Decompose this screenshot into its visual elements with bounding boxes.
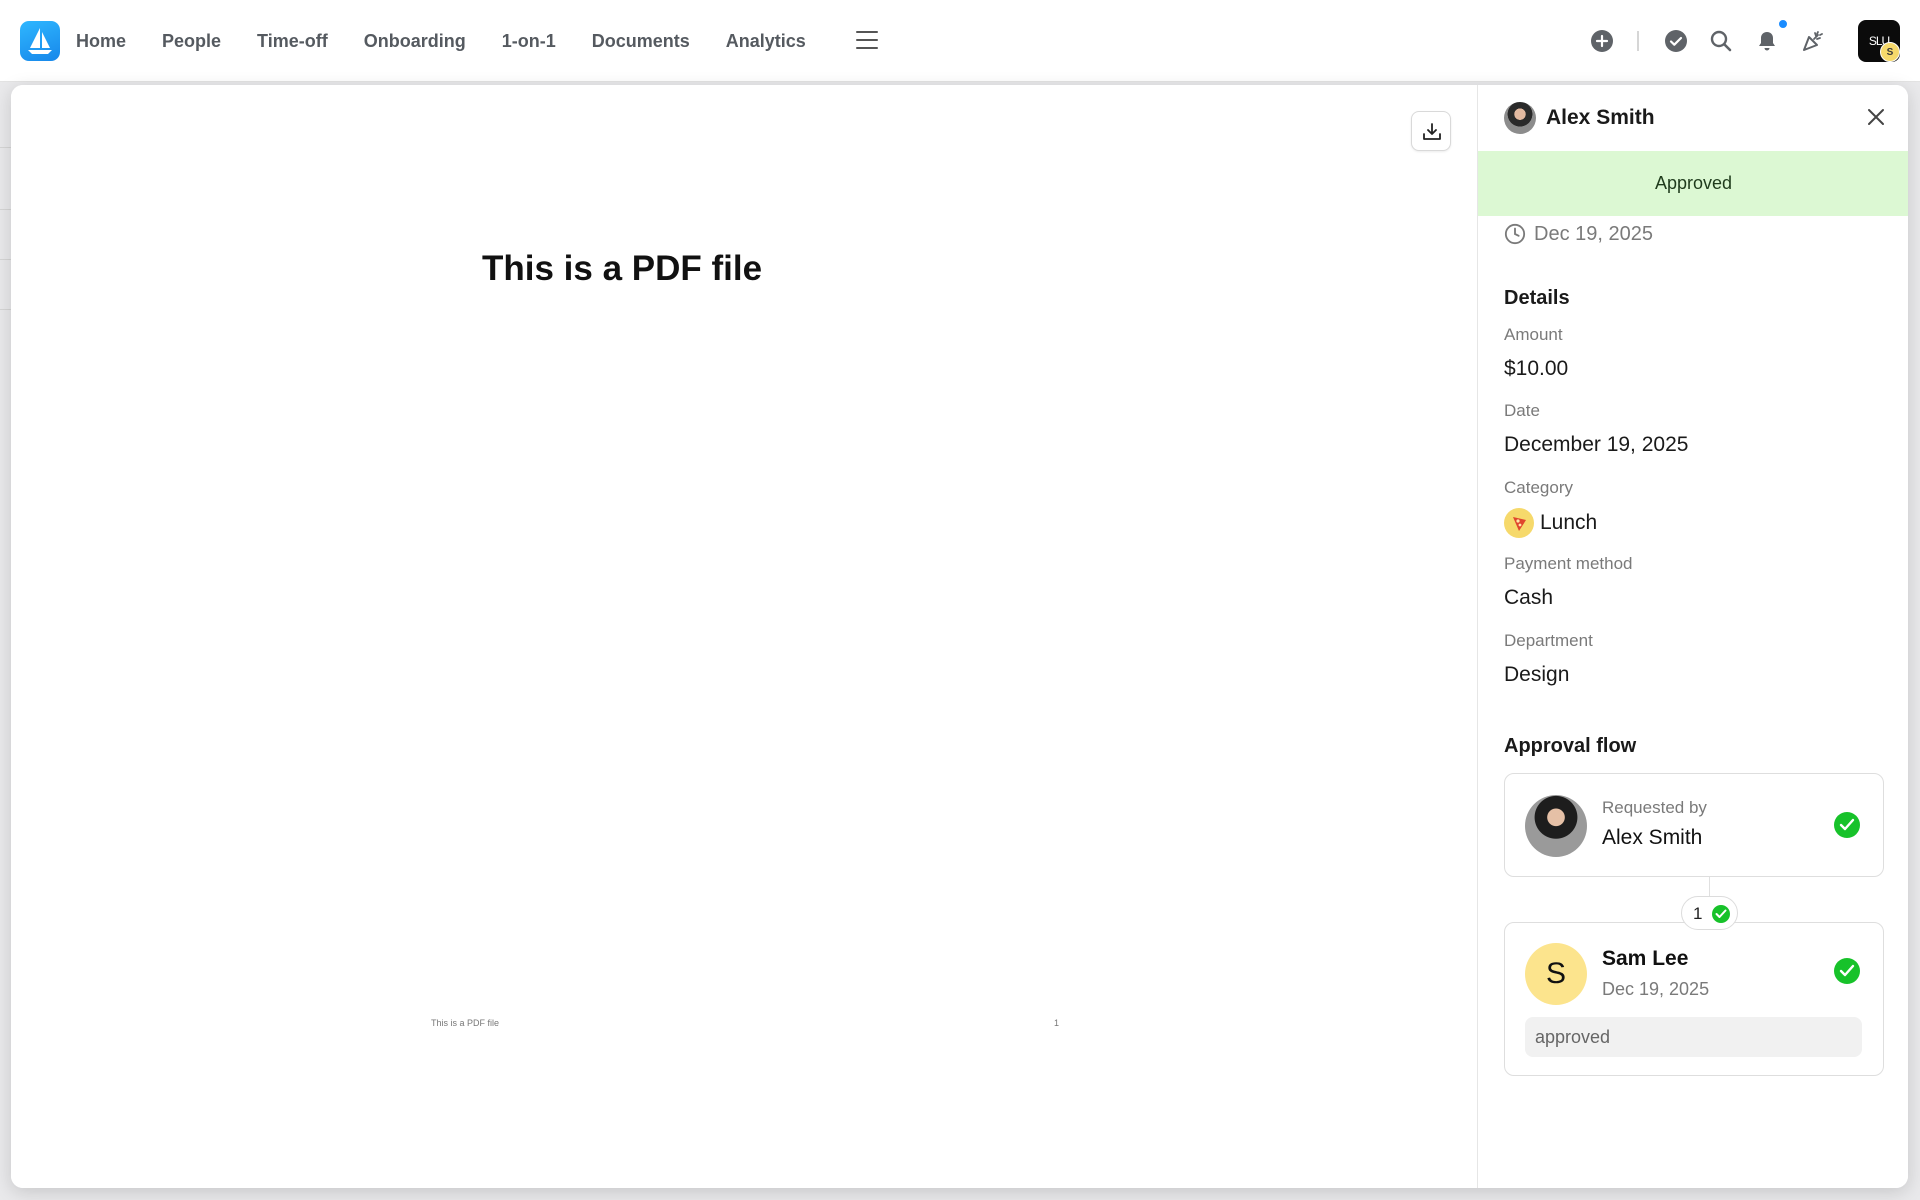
nav-time-off[interactable]: Time-off	[257, 31, 328, 52]
requested-by-name: Alex Smith	[1602, 826, 1703, 849]
requester-name: Alex Smith	[1546, 106, 1655, 129]
approver-date: Dec 19, 2025	[1602, 979, 1710, 999]
check-circle-icon[interactable]	[1664, 29, 1688, 53]
category-row: Lunch	[1504, 508, 1597, 538]
close-icon[interactable]	[1864, 105, 1888, 129]
check-icon	[1712, 905, 1730, 923]
download-button[interactable]	[1411, 111, 1451, 151]
pdf-page-number: 1	[1054, 1018, 1060, 1028]
nav-people[interactable]: People	[162, 31, 221, 52]
approval-flow-heading: Approval flow	[1504, 735, 1637, 757]
pdf-page-title: This is a PDF file	[482, 249, 763, 288]
amount-value: $10.00	[1504, 357, 1569, 380]
payment-method-value: Cash	[1504, 586, 1554, 609]
party-popper-icon[interactable]	[1801, 29, 1825, 53]
notification-dot	[1777, 18, 1789, 30]
date-value: December 19, 2025	[1504, 433, 1689, 456]
approver-card: S Sam Lee Dec 19, 2025 approved	[1504, 922, 1884, 1076]
approver-avatar: S	[1525, 943, 1587, 1005]
nav-analytics[interactable]: Analytics	[726, 31, 806, 52]
main-nav: Home People Time-off Onboarding 1-on-1 D…	[76, 0, 842, 82]
approval-step-number: 1	[1693, 904, 1703, 923]
bell-icon[interactable]	[1755, 29, 1779, 53]
menu-icon[interactable]	[856, 31, 878, 51]
panel-header: Alex Smith	[1478, 85, 1908, 151]
approval-step-pill: 1	[1681, 896, 1738, 930]
status-banner: Approved	[1478, 151, 1908, 216]
nav-home[interactable]: Home	[76, 31, 126, 52]
user-status-badge: S	[1880, 42, 1900, 62]
search-icon[interactable]	[1709, 29, 1733, 53]
check-icon	[1834, 812, 1860, 838]
toolbar-divider	[1637, 31, 1639, 51]
clock-icon	[1504, 223, 1526, 245]
approver-comment: approved	[1525, 1017, 1862, 1057]
requested-by-card: Requested by Alex Smith	[1504, 773, 1884, 877]
plus-circle-icon[interactable]	[1590, 29, 1614, 53]
pdf-page-footer-text: This is a PDF file	[431, 1018, 500, 1028]
download-icon	[1423, 123, 1441, 140]
category-label: Category	[1504, 478, 1573, 497]
requester-avatar	[1504, 102, 1536, 134]
pizza-icon	[1504, 508, 1534, 538]
nav-documents[interactable]: Documents	[592, 31, 690, 52]
submitted-date: Dec 19, 2025	[1534, 222, 1653, 245]
amount-label: Amount	[1504, 325, 1563, 344]
nav-onboarding[interactable]: Onboarding	[364, 31, 466, 52]
category-value: Lunch	[1540, 511, 1598, 534]
requester-photo	[1525, 795, 1587, 857]
details-heading: Details	[1504, 287, 1570, 309]
payment-method-label: Payment method	[1504, 554, 1633, 573]
expense-detail-modal: This is a PDF file This is a PDF file 1 …	[11, 85, 1908, 1188]
department-value: Design	[1504, 663, 1570, 686]
submitted-date-row: Dec 19, 2025	[1504, 216, 1653, 252]
top-navigation-bar: Home People Time-off Onboarding 1-on-1 D…	[0, 0, 1920, 82]
approver-name: Sam Lee	[1602, 947, 1689, 970]
check-icon	[1834, 958, 1860, 984]
date-label: Date	[1504, 401, 1540, 420]
sailboat-logo-icon[interactable]	[20, 21, 60, 61]
pdf-viewer: This is a PDF file This is a PDF file 1	[11, 85, 1477, 1188]
expense-side-panel: Alex Smith Approved Dec 19, 2025 Details…	[1477, 85, 1908, 1188]
nav-1-on-1[interactable]: 1-on-1	[502, 31, 556, 52]
department-label: Department	[1504, 631, 1593, 650]
requested-by-label: Requested by	[1602, 798, 1707, 817]
